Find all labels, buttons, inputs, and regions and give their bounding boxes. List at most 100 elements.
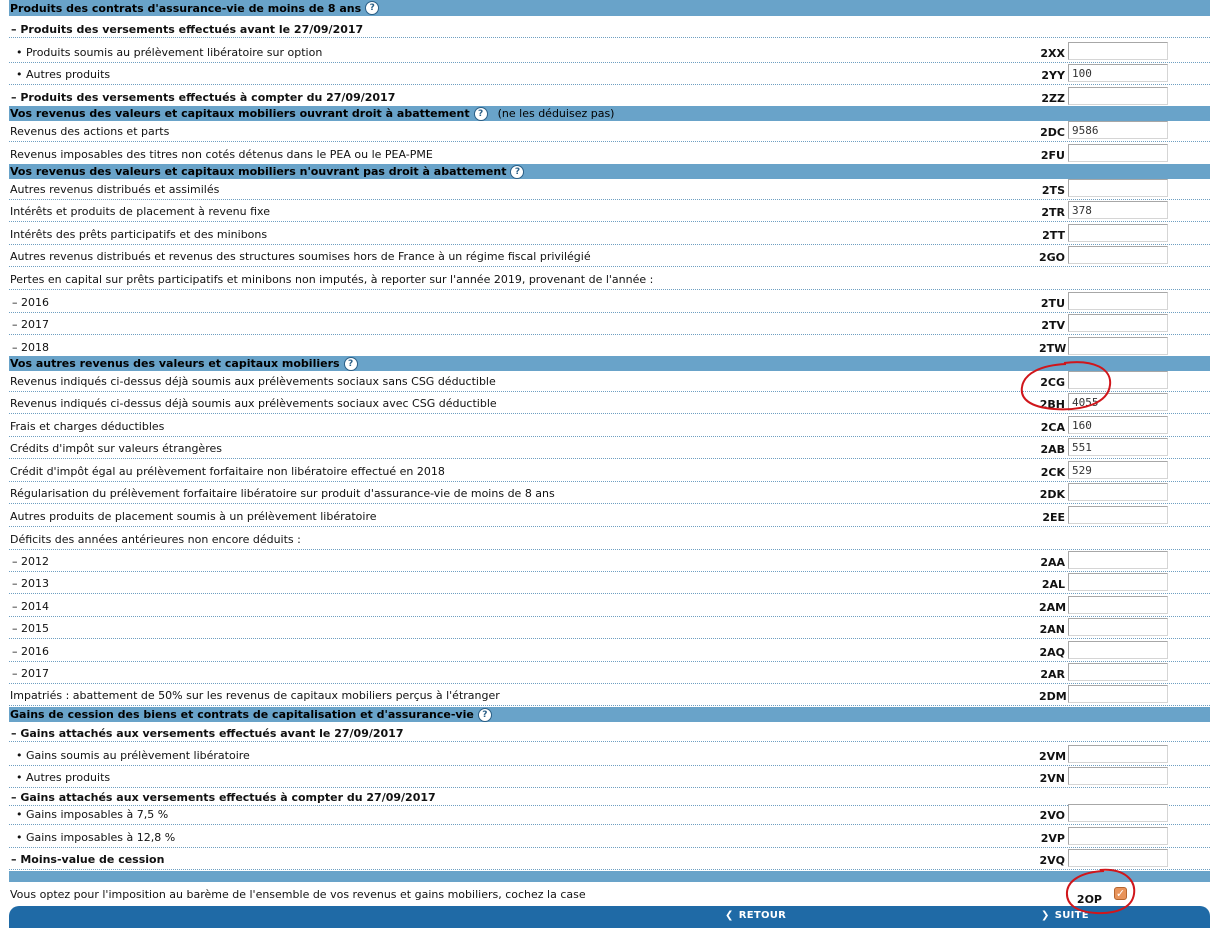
amount-input-2tv[interactable] (1068, 314, 1168, 332)
field-row-2al: – 2013 2AL (9, 573, 1210, 594)
field-label: Intérêts des prêts participatifs et des … (10, 228, 268, 241)
field-label: – Produits des versements effectués à co… (11, 91, 396, 104)
text-row: Pertes en capital sur prêts participatif… (9, 270, 1210, 290)
amount-input-2ca[interactable] (1068, 416, 1168, 434)
bottom-nav-bar: ❮ RETOUR ❯ SUITE (9, 906, 1210, 928)
field-row-2ar: – 2017 2AR (9, 663, 1210, 684)
amount-input-2bh[interactable] (1068, 393, 1168, 411)
field-label: Régularisation du prélèvement forfaitair… (10, 487, 555, 500)
subsection-row: – Gains attachés aux versements effectué… (9, 724, 1210, 742)
amount-input-2tw[interactable] (1068, 337, 1168, 355)
amount-input-2tt[interactable] (1068, 224, 1168, 242)
field-code: 2VO (1039, 809, 1065, 822)
amount-input-2yy[interactable] (1068, 64, 1168, 82)
amount-input-2ck[interactable] (1068, 461, 1168, 479)
help-icon[interactable]: ? (343, 356, 358, 371)
section-header: Gains de cession des biens et contrats d… (9, 707, 1210, 722)
option-checkbox[interactable]: ✓ (1114, 887, 1127, 900)
field-label: • Gains imposables à 12,8 % (16, 831, 176, 844)
help-icon[interactable]: ? (510, 164, 525, 179)
amount-input-2go[interactable] (1068, 246, 1168, 264)
next-button-label: SUITE (1054, 910, 1089, 921)
field-code: 2AN (1039, 623, 1065, 636)
field-row-2tw: – 2018 2TW (9, 337, 1210, 358)
amount-input-2cg[interactable] (1068, 371, 1168, 389)
field-code: 2TR (1041, 206, 1065, 219)
field-code: 2DK (1039, 488, 1065, 501)
field-code: 2AL (1041, 578, 1065, 591)
section-header: Produits des contrats d'assurance-vie de… (9, 0, 1210, 16)
field-row-2vn: • Autres produits 2VN (9, 767, 1210, 788)
field-code: 2GO (1039, 251, 1066, 264)
field-row-2ck: Crédit d'impôt égal au prélèvement forfa… (9, 461, 1210, 482)
amount-input-2an[interactable] (1068, 618, 1168, 636)
amount-input-2al[interactable] (1068, 573, 1168, 591)
field-row-2tu: – 2016 2TU (9, 292, 1210, 313)
field-code: 2CG (1040, 376, 1065, 389)
help-icon[interactable]: ? (365, 1, 380, 15)
field-label: – 2017 (12, 318, 49, 331)
field-code: 2VM (1039, 750, 1067, 763)
amount-input-2vn[interactable] (1068, 767, 1168, 785)
amount-input-2tr[interactable] (1068, 201, 1168, 219)
section-title: Vos revenus des valeurs et capitaux mobi… (10, 165, 507, 178)
amount-input-2ts[interactable] (1068, 179, 1168, 197)
amount-input-2aq[interactable] (1068, 641, 1168, 659)
amount-input-2xx[interactable] (1068, 42, 1168, 60)
amount-input-2vo[interactable] (1068, 804, 1168, 822)
amount-input-2ee[interactable] (1068, 506, 1168, 524)
field-code: 2TS (1041, 184, 1065, 197)
field-row-2xx: • Produits soumis au prélèvement libérat… (9, 42, 1210, 63)
field-row-2dm: Impatriés : abattement de 50% sur les re… (9, 685, 1210, 706)
amount-input-2ab[interactable] (1068, 438, 1168, 456)
amount-input-2dm[interactable] (1068, 685, 1168, 703)
field-row-2dk: Régularisation du prélèvement forfaitair… (9, 483, 1210, 504)
help-icon[interactable]: ? (473, 106, 488, 121)
section-note: (ne les déduisez pas) (497, 107, 615, 120)
subsection-title: – Gains attachés aux versements effectué… (11, 791, 436, 804)
chevron-right-icon: ❯ (1041, 910, 1050, 921)
section-header: Vos revenus des valeurs et capitaux mobi… (9, 164, 1210, 179)
amount-input-2am[interactable] (1068, 596, 1168, 614)
field-label: – 2013 (12, 577, 49, 590)
amount-input-2tu[interactable] (1068, 292, 1168, 310)
field-code: 2DC (1040, 126, 1065, 139)
field-label: Frais et charges déductibles (10, 420, 165, 433)
subsection-title: – Gains attachés aux versements effectué… (11, 727, 404, 740)
amount-input-2zz[interactable] (1068, 87, 1168, 105)
section-title: Vos revenus des valeurs et capitaux mobi… (10, 107, 470, 120)
field-label: Crédit d'impôt égal au prélèvement forfa… (10, 465, 445, 478)
field-row-2cg: Revenus indiqués ci-dessus déjà soumis a… (9, 371, 1210, 392)
help-icon[interactable]: ? (477, 707, 492, 722)
subsection-title: – Produits des versements effectués avan… (11, 23, 364, 36)
amount-input-2dc[interactable] (1068, 121, 1168, 139)
next-button[interactable]: ❯ SUITE (1041, 910, 1089, 921)
amount-input-2aa[interactable] (1068, 551, 1168, 569)
chevron-left-icon: ❮ (725, 910, 734, 921)
field-label: • Gains imposables à 7,5 % (16, 808, 169, 821)
field-code: 2TT (1042, 229, 1065, 242)
amount-input-2ar[interactable] (1068, 663, 1168, 681)
field-label: – 2017 (12, 667, 49, 680)
option-row: Vous optez pour l'imposition au barème d… (9, 883, 1210, 906)
field-row-2an: – 2015 2AN (9, 618, 1210, 639)
field-row-2ee: Autres produits de placement soumis à un… (9, 506, 1210, 527)
field-code: 2BH (1039, 398, 1065, 411)
section-title: Produits des contrats d'assurance-vie de… (10, 1, 362, 15)
field-label: Revenus imposables des titres non cotés … (10, 148, 433, 161)
back-button[interactable]: ❮ RETOUR (725, 910, 786, 921)
section-title: Vos autres revenus des valeurs et capita… (10, 357, 340, 370)
amount-input-2fu[interactable] (1068, 144, 1168, 162)
field-code: 2CA (1040, 421, 1065, 434)
amount-input-2vm[interactable] (1068, 745, 1168, 763)
text-row: Déficits des années antérieures non enco… (9, 530, 1210, 550)
field-code: 2VN (1039, 772, 1065, 785)
amount-input-2dk[interactable] (1068, 483, 1168, 501)
field-code: 2AQ (1039, 646, 1065, 659)
field-code: 2CK (1040, 466, 1065, 479)
amount-input-2vq[interactable] (1068, 849, 1168, 867)
field-row-2vo: • Gains imposables à 7,5 % 2VO (9, 804, 1210, 825)
field-label: Intérêts et produits de placement à reve… (10, 205, 270, 218)
field-label: • Autres produits (16, 771, 111, 784)
amount-input-2vp[interactable] (1068, 827, 1168, 845)
